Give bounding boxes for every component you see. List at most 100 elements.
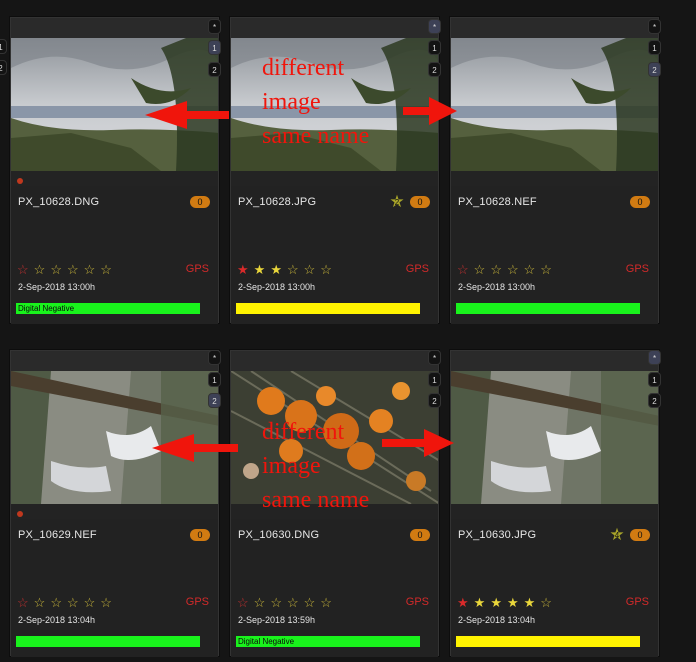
color-label-bar: Digital Negative [236, 636, 420, 647]
star-filled-icon[interactable]: ★ [490, 595, 507, 610]
date-label: 2-Sep-2018 13:00h [18, 282, 96, 292]
star-empty-icon[interactable]: ☆ [84, 262, 101, 277]
rating-stars[interactable]: ☆☆☆☆☆☆ [237, 595, 337, 611]
thumbnail-card[interactable]: PX_10629.NEF 0 ☆☆☆☆☆☆ GPS 2-Sep-2018 13:04h [10, 350, 219, 657]
star-empty-icon[interactable]: ☆ [304, 262, 321, 277]
version-tab-1[interactable]: 1 [428, 40, 441, 55]
version-tab-1[interactable]: 1 [648, 372, 661, 387]
star-empty-icon[interactable]: ☆ [50, 595, 67, 610]
count-badge: 0 [630, 529, 650, 541]
star-empty-icon[interactable]: ☆ [320, 262, 337, 277]
star-empty-icon[interactable]: ☆ [67, 595, 84, 610]
star-empty-icon[interactable]: ☆ [34, 595, 51, 610]
star-empty-icon[interactable]: ☆ [84, 595, 101, 610]
photo-image [451, 38, 658, 171]
version-tab-2[interactable]: 2 [648, 62, 661, 77]
star-filled-icon[interactable]: ★ [507, 595, 524, 610]
photo-image [451, 371, 658, 504]
star-empty-icon[interactable]: ☆ [474, 262, 491, 277]
version-tab-1[interactable]: 1 [0, 39, 7, 54]
thumbnail-grid: PX_10628.DNG 0 ☆☆☆☆☆☆ GPS 2-Sep-2018 13:00h D… [0, 0, 696, 662]
star-filled-icon[interactable]: ★ [524, 595, 541, 610]
version-tabs: * 1 2 [208, 19, 221, 79]
thumbnail-card[interactable]: PX_10628.NEF 0 ☆☆☆☆☆☆ GPS 2-Sep-2018 13:00h [450, 17, 659, 324]
filename-label: PX_10628.DNG [18, 196, 100, 208]
star-reject-empty-icon[interactable]: ☆ [17, 595, 34, 610]
version-tabs: * 1 2 [428, 19, 441, 79]
version-tab-2[interactable]: 2 [208, 393, 221, 408]
filename-label: PX_10630.JPG [458, 529, 537, 541]
date-label: 2-Sep-2018 13:04h [18, 615, 96, 625]
star-empty-icon[interactable]: ☆ [34, 262, 51, 277]
rating-stars[interactable]: ★★★☆☆☆ [237, 262, 337, 278]
date-label: 2-Sep-2018 13:00h [458, 282, 536, 292]
star-empty-icon[interactable]: ☆ [507, 262, 524, 277]
date-label: 2-Sep-2018 13:00h [238, 282, 316, 292]
version-tab-star[interactable]: * [648, 19, 661, 34]
version-tab-2[interactable]: 2 [428, 393, 441, 408]
star-empty-icon[interactable]: ☆ [50, 262, 67, 277]
star-empty-icon[interactable]: ☆ [100, 595, 117, 610]
star-reject-empty-icon[interactable]: ☆ [457, 262, 474, 277]
thumbnail-image[interactable] [451, 38, 658, 171]
version-tabs: 1 2 [0, 30, 13, 80]
filename-label: PX_10628.NEF [458, 196, 537, 208]
filename-label: PX_10629.NEF [18, 529, 97, 541]
date-label: 2-Sep-2018 13:04h [458, 615, 536, 625]
rating-star-icon: ★ 2 [389, 192, 405, 211]
star-empty-icon[interactable]: ☆ [540, 262, 557, 277]
star-reject-empty-icon[interactable]: ☆ [17, 262, 34, 277]
star-reject-icon[interactable]: ★ [237, 262, 254, 277]
star-empty-icon[interactable]: ☆ [287, 595, 304, 610]
thumbnail-card[interactable]: PX_10630.JPG ★ 4 0 ★★★★★☆ GPS 2-Sep-2018 13:04… [450, 350, 659, 657]
count-badge: 0 [410, 529, 430, 541]
star-filled-icon[interactable]: ★ [254, 262, 271, 277]
star-filled-icon[interactable]: ★ [474, 595, 491, 610]
version-tab-star[interactable]: * [208, 19, 221, 34]
star-empty-icon[interactable]: ☆ [304, 595, 321, 610]
star-empty-icon[interactable]: ☆ [254, 595, 271, 610]
count-badge: 0 [410, 196, 430, 208]
version-tabs: * 1 2 [428, 350, 441, 410]
version-tab-1[interactable]: 1 [208, 40, 221, 55]
version-tabs: * 1 2 [648, 350, 661, 410]
count-badge: 0 [190, 529, 210, 541]
thumbnail-image[interactable] [451, 371, 658, 504]
version-tab-star[interactable]: * [648, 350, 661, 365]
star-empty-icon[interactable]: ☆ [270, 595, 287, 610]
card-header [11, 351, 218, 371]
star-empty-icon[interactable]: ☆ [287, 262, 304, 277]
star-empty-icon[interactable]: ☆ [100, 262, 117, 277]
card-header [231, 18, 438, 38]
rating-stars[interactable]: ☆☆☆☆☆☆ [17, 595, 117, 611]
version-tab-star[interactable]: * [208, 350, 221, 365]
rating-stars[interactable]: ★★★★★☆ [457, 595, 557, 611]
version-tab-star[interactable]: * [428, 19, 441, 34]
star-empty-icon[interactable]: ☆ [67, 262, 84, 277]
thumbnail-card[interactable]: PX_10628.DNG 0 ☆☆☆☆☆☆ GPS 2-Sep-2018 13:00h D… [10, 17, 219, 324]
version-tab-2[interactable]: 2 [0, 60, 7, 75]
rating-badge-value: 2 [394, 198, 400, 207]
star-reject-empty-icon[interactable]: ☆ [237, 595, 254, 610]
star-empty-icon[interactable]: ☆ [320, 595, 337, 610]
arrow-right-icon [403, 97, 457, 125]
version-tab-2[interactable]: 2 [648, 393, 661, 408]
version-tab-star[interactable]: * [428, 350, 441, 365]
version-tab-2[interactable]: 2 [428, 62, 441, 77]
rating-stars[interactable]: ☆☆☆☆☆☆ [17, 262, 117, 278]
color-label-bar [456, 636, 640, 647]
card-header [231, 351, 438, 371]
star-empty-icon[interactable]: ☆ [540, 595, 557, 610]
version-tab-2[interactable]: 2 [208, 62, 221, 77]
gps-indicator: GPS [405, 263, 429, 275]
version-tab-1[interactable]: 1 [428, 372, 441, 387]
version-tab-1[interactable]: 1 [648, 40, 661, 55]
version-tab-1[interactable]: 1 [208, 372, 221, 387]
rating-stars[interactable]: ☆☆☆☆☆☆ [457, 262, 557, 278]
color-label-dot [17, 511, 23, 517]
star-filled-icon[interactable]: ★ [270, 262, 287, 277]
star-empty-icon[interactable]: ☆ [490, 262, 507, 277]
count-badge: 0 [630, 196, 650, 208]
star-reject-icon[interactable]: ★ [457, 595, 474, 610]
star-empty-icon[interactable]: ☆ [524, 262, 541, 277]
